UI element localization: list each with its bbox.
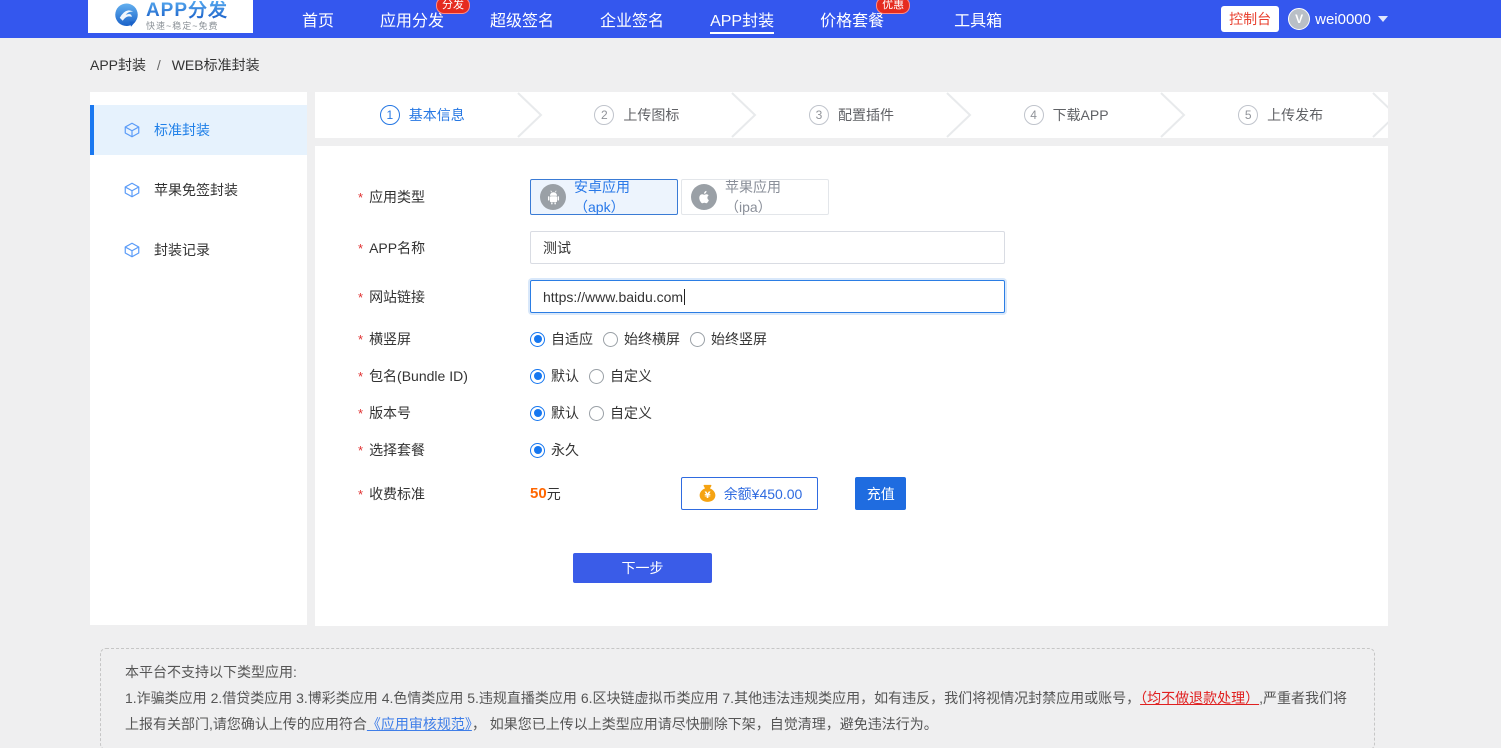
android-app-option[interactable]: 安卓应用（apk） [530,179,678,215]
price-unit: 元 [547,484,561,504]
radio-icon [603,332,618,347]
step-upload-publish: 5 上传发布 [1173,92,1388,138]
step-basic-info: 1 基本信息 [315,92,530,138]
apple-icon [696,189,712,205]
nav-item-app-distribution[interactable]: 应用分发 分发 [380,0,444,38]
radio-icon [530,332,545,347]
radio-icon [530,406,545,421]
chevron-right-icon [1159,92,1187,138]
breadcrumb-current: WEB标准封装 [172,57,260,73]
app-logo[interactable]: APP分发 快速~稳定~免费 [88,0,253,33]
app-type-label: *应用类型 [358,187,530,207]
no-refund-warning: （均不做退款处理） [1140,690,1259,706]
nav-item-toolbox[interactable]: 工具箱 [954,0,1002,38]
cube-icon [123,121,141,139]
radio-bundle-custom[interactable]: 自定义 [589,366,652,386]
nav-item-pricing[interactable]: 价格套餐 优惠 [820,0,884,38]
user-menu[interactable]: V wei0000 [1288,8,1388,30]
recharge-button[interactable]: 充值 [855,477,906,510]
text-cursor [684,289,685,305]
wizard-steps: 1 基本信息 2 上传图标 3 配置插件 4 下载APP 5 上传发布 [315,92,1388,138]
breadcrumb: APP封装 / WEB标准封装 [0,38,1501,92]
next-step-button[interactable]: 下一步 [573,553,712,583]
nav-item-enterprise-signature[interactable]: 企业签名 [600,0,664,38]
sidebar: 标准封装 苹果免签封装 封装记录 [90,92,307,625]
price-label: *收费标准 [358,484,530,504]
notice-body: 1.诈骗类应用 2.借贷类应用 3.博彩类应用 4.色情类应用 5.违规直播类应… [125,685,1350,737]
console-button[interactable]: 控制台 [1221,6,1279,32]
app-name-input[interactable] [530,231,1005,264]
sidebar-item-standard-packaging[interactable]: 标准封装 [90,105,307,155]
step-upload-icon: 2 上传图标 [530,92,745,138]
radio-version-default[interactable]: 默认 [530,403,579,423]
version-label: *版本号 [358,403,530,423]
sidebar-item-apple-signfree-packaging[interactable]: 苹果免签封装 [90,165,307,215]
chevron-right-icon [945,92,973,138]
policy-notice: 本平台不支持以下类型应用: 1.诈骗类应用 2.借贷类应用 3.博彩类应用 4.… [100,648,1375,748]
breadcrumb-parent[interactable]: APP封装 [90,57,146,73]
step-download-app: 4 下载APP [959,92,1174,138]
radio-icon [530,443,545,458]
nav-item-super-signature[interactable]: 超级签名 [490,0,554,38]
basic-info-form: *应用类型 [315,146,1388,626]
nav-item-app-packaging[interactable]: APP封装 [710,0,774,38]
logo-icon [113,2,140,29]
chevron-right-icon [516,92,544,138]
price-amount: 50 [530,485,547,502]
avatar: V [1288,8,1310,30]
radio-icon [589,406,604,421]
logo-title: APP分发 [146,1,228,20]
sidebar-item-packaging-records[interactable]: 封装记录 [90,225,307,275]
cube-icon [123,181,141,199]
username: wei0000 [1315,11,1371,28]
top-navbar: APP分发 快速~稳定~免费 首页 应用分发 分发 超级签名 企业签名 APP封… [0,0,1501,38]
site-url-input[interactable]: https://www.baidu.com [530,280,1005,313]
chevron-right-icon [1371,92,1388,138]
nav-menu: 首页 应用分发 分发 超级签名 企业签名 APP封装 价格套餐 优惠 工具箱 [302,0,1048,38]
svg-text:¥: ¥ [704,491,710,501]
radio-icon [530,369,545,384]
radio-version-custom[interactable]: 自定义 [589,403,652,423]
chevron-right-icon [730,92,758,138]
apple-app-option[interactable]: 苹果应用（ipa） [681,179,829,215]
review-rules-link[interactable]: 《应用审核规范》 [367,716,472,732]
package-label: *选择套餐 [358,440,530,460]
radio-orientation-portrait[interactable]: 始终竖屏 [690,329,767,349]
step-configure-plugins: 3 配置插件 [744,92,959,138]
radio-orientation-landscape[interactable]: 始终横屏 [603,329,680,349]
android-icon [545,189,562,206]
radio-bundle-default[interactable]: 默认 [530,366,579,386]
bundle-id-label: *包名(Bundle ID) [358,366,530,386]
radio-icon [690,332,705,347]
chevron-down-icon [1378,16,1388,22]
radio-icon [589,369,604,384]
app-name-label: *APP名称 [358,238,530,258]
money-bag-icon: ¥ [697,483,718,504]
logo-subtitle: 快速~稳定~免费 [146,22,228,31]
nav-item-home[interactable]: 首页 [302,0,334,38]
radio-orientation-auto[interactable]: 自适应 [530,329,593,349]
breadcrumb-separator: / [157,57,161,73]
cube-icon [123,241,141,259]
site-url-label: *网站链接 [358,287,530,307]
balance-button[interactable]: ¥ 余额¥450.00 [681,477,819,510]
notice-title: 本平台不支持以下类型应用: [125,659,1350,685]
radio-package-permanent[interactable]: 永久 [530,440,579,460]
orientation-label: *横竖屏 [358,329,530,349]
discount-badge: 优惠 [876,0,910,14]
distribution-badge: 分发 [436,0,470,14]
navbar-right: 控制台 V wei0000 [1221,0,1388,38]
